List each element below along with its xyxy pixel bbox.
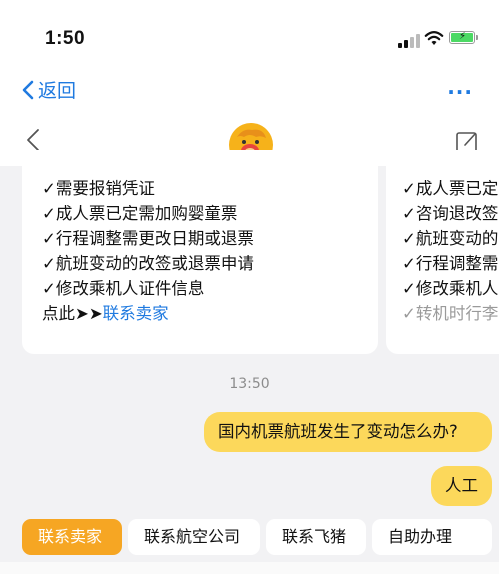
user-message-bubble: 国内机票航班发生了变动怎么办? — [204, 412, 492, 452]
back-button[interactable]: 返回 — [22, 76, 76, 103]
status-bar: 1:50 ⚡ — [0, 0, 499, 70]
more-options-button[interactable]: ··· — [447, 80, 473, 104]
status-time: 1:50 — [45, 28, 86, 49]
card-option[interactable]: ✓航班变动的改签或退票申请 — [42, 251, 378, 276]
card-option[interactable]: ✓需要报销凭证 — [42, 176, 378, 201]
input-area-edge — [0, 562, 499, 574]
message-timestamp: 13:50 — [229, 376, 270, 392]
card-option[interactable]: ✓成人票已定需加购婴童票 — [42, 201, 378, 226]
wifi-icon — [424, 31, 444, 45]
quick-reply-contact-airline[interactable]: 联系航空公司 — [128, 519, 260, 555]
card-option[interactable]: ✓行程调整需 — [402, 251, 499, 276]
card-footer-prefix: 点此➤➤ — [42, 304, 103, 323]
navigation-bar: 返回 ··· — [0, 70, 499, 110]
chevron-left-icon[interactable] — [26, 128, 40, 152]
quick-reply-contact-fliggy[interactable]: 联系飞猪 — [266, 519, 366, 555]
quick-reply-contact-seller[interactable]: 联系卖家 — [22, 519, 122, 555]
service-card: ✓成人票已定 ✓咨询退改签 ✓航班变动的 ✓行程调整需 ✓修改乘机人 ✓转机时行… — [386, 150, 499, 354]
battery-icon: ⚡ — [449, 31, 475, 44]
user-message-bubble: 人工 — [431, 466, 492, 506]
card-footer: 点此➤➤联系卖家 — [42, 301, 378, 326]
card-option[interactable]: ✓咨询退改签 — [402, 201, 499, 226]
card-option[interactable]: ✓转机时行李 — [402, 301, 499, 326]
cellular-signal-icon — [398, 34, 422, 48]
card-option[interactable]: ✓修改乘机人证件信息 — [42, 276, 378, 301]
battery-tip — [476, 35, 478, 40]
card-option[interactable]: ✓行程调整需更改日期或退票 — [42, 226, 378, 251]
chevron-left-icon — [22, 80, 34, 99]
quick-reply-self-service[interactable]: 自助办理 — [372, 519, 492, 555]
service-card: ✓需要报销凭证 ✓成人票已定需加购婴童票 ✓行程调整需更改日期或退票 ✓航班变动… — [22, 150, 378, 354]
card-option[interactable]: ✓修改乘机人 — [402, 276, 499, 301]
card-option[interactable]: ✓成人票已定 — [402, 176, 499, 201]
quick-reply-bar: 联系卖家 联系航空公司 联系飞猪 自助办理 — [0, 519, 499, 559]
back-label: 返回 — [38, 80, 77, 102]
contact-seller-link[interactable]: 联系卖家 — [103, 304, 169, 323]
card-option[interactable]: ✓航班变动的 — [402, 226, 499, 251]
